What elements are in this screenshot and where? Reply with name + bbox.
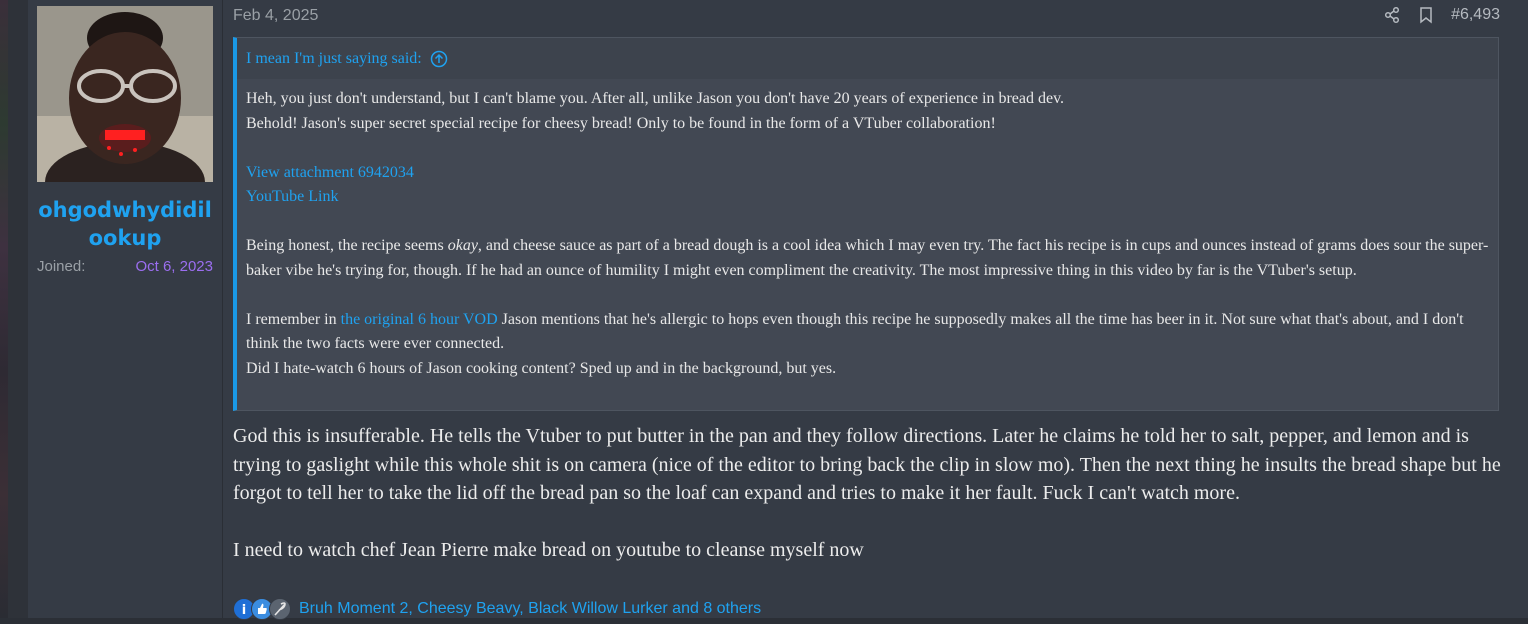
reply-body: God this is insufferable. He tells the V… [233, 422, 1508, 564]
reaction-icons: i [233, 598, 291, 620]
reactions-list[interactable]: Bruh Moment 2, Cheesy Beavy, Black Willo… [299, 600, 761, 618]
reply-paragraph: God this is insufferable. He tells the V… [233, 425, 1501, 504]
quote-emphasis: okay [447, 237, 478, 254]
post-date[interactable]: Feb 4, 2025 [233, 7, 318, 25]
quote-block: I mean I'm just saying said: Heh, you ju… [233, 37, 1499, 411]
vod-link[interactable]: the original 6 hour VOD [341, 311, 498, 328]
quote-attribution[interactable]: I mean I'm just saying said: [246, 50, 422, 68]
quote-paragraph: I remember in the original 6 hour VOD Ja… [246, 308, 1489, 357]
quote-text: Did I hate-watch 6 hours of Jason cookin… [246, 359, 837, 377]
quote-header[interactable]: I mean I'm just saying said: [237, 38, 1498, 79]
page-gutter [8, 0, 28, 618]
joined-label: Joined: [37, 258, 86, 275]
reply-paragraph: I need to watch chef Jean Pierre make br… [233, 538, 864, 561]
svg-text:i: i [242, 603, 246, 618]
page-edge [0, 0, 8, 618]
youtube-link[interactable]: YouTube Link [246, 188, 338, 205]
post-number-link[interactable]: #6,493 [1451, 6, 1500, 24]
quote-paragraph: Being honest, the recipe seems okay, and… [246, 234, 1489, 283]
share-icon[interactable] [1383, 6, 1401, 24]
post-actions: #6,493 [1383, 6, 1500, 24]
quote-text: Behold! Jason's super secret special rec… [246, 114, 996, 132]
quote-text: I remember in [246, 310, 341, 328]
quote-text: Being honest, the recipe seems [246, 237, 448, 254]
joined-row: Joined: Oct 6, 2023 [37, 258, 213, 275]
user-panel: ohgodwhydidilookup Joined: Oct 6, 2023 [28, 0, 223, 618]
quote-body: Heh, you just don't understand, but I ca… [237, 79, 1498, 381]
attachment-link[interactable]: View attachment 6942034 [246, 164, 414, 181]
bookmark-icon[interactable] [1417, 6, 1435, 24]
post: Feb 4, 2025 #6,493 I mean I'm just sayin… [223, 0, 1528, 620]
quote-text: Heh, you just don't understand, but I ca… [246, 90, 1065, 107]
feather-icon [269, 598, 291, 620]
jump-to-quote-icon[interactable] [430, 50, 448, 68]
avatar[interactable] [37, 6, 213, 182]
reactions-bar[interactable]: i Bruh Moment 2, Cheesy Beavy, Black Wil… [233, 598, 761, 620]
avatar-image [37, 6, 213, 182]
username-link[interactable]: ohgodwhydidilookup [28, 196, 222, 252]
joined-date: Oct 6, 2023 [135, 258, 213, 275]
